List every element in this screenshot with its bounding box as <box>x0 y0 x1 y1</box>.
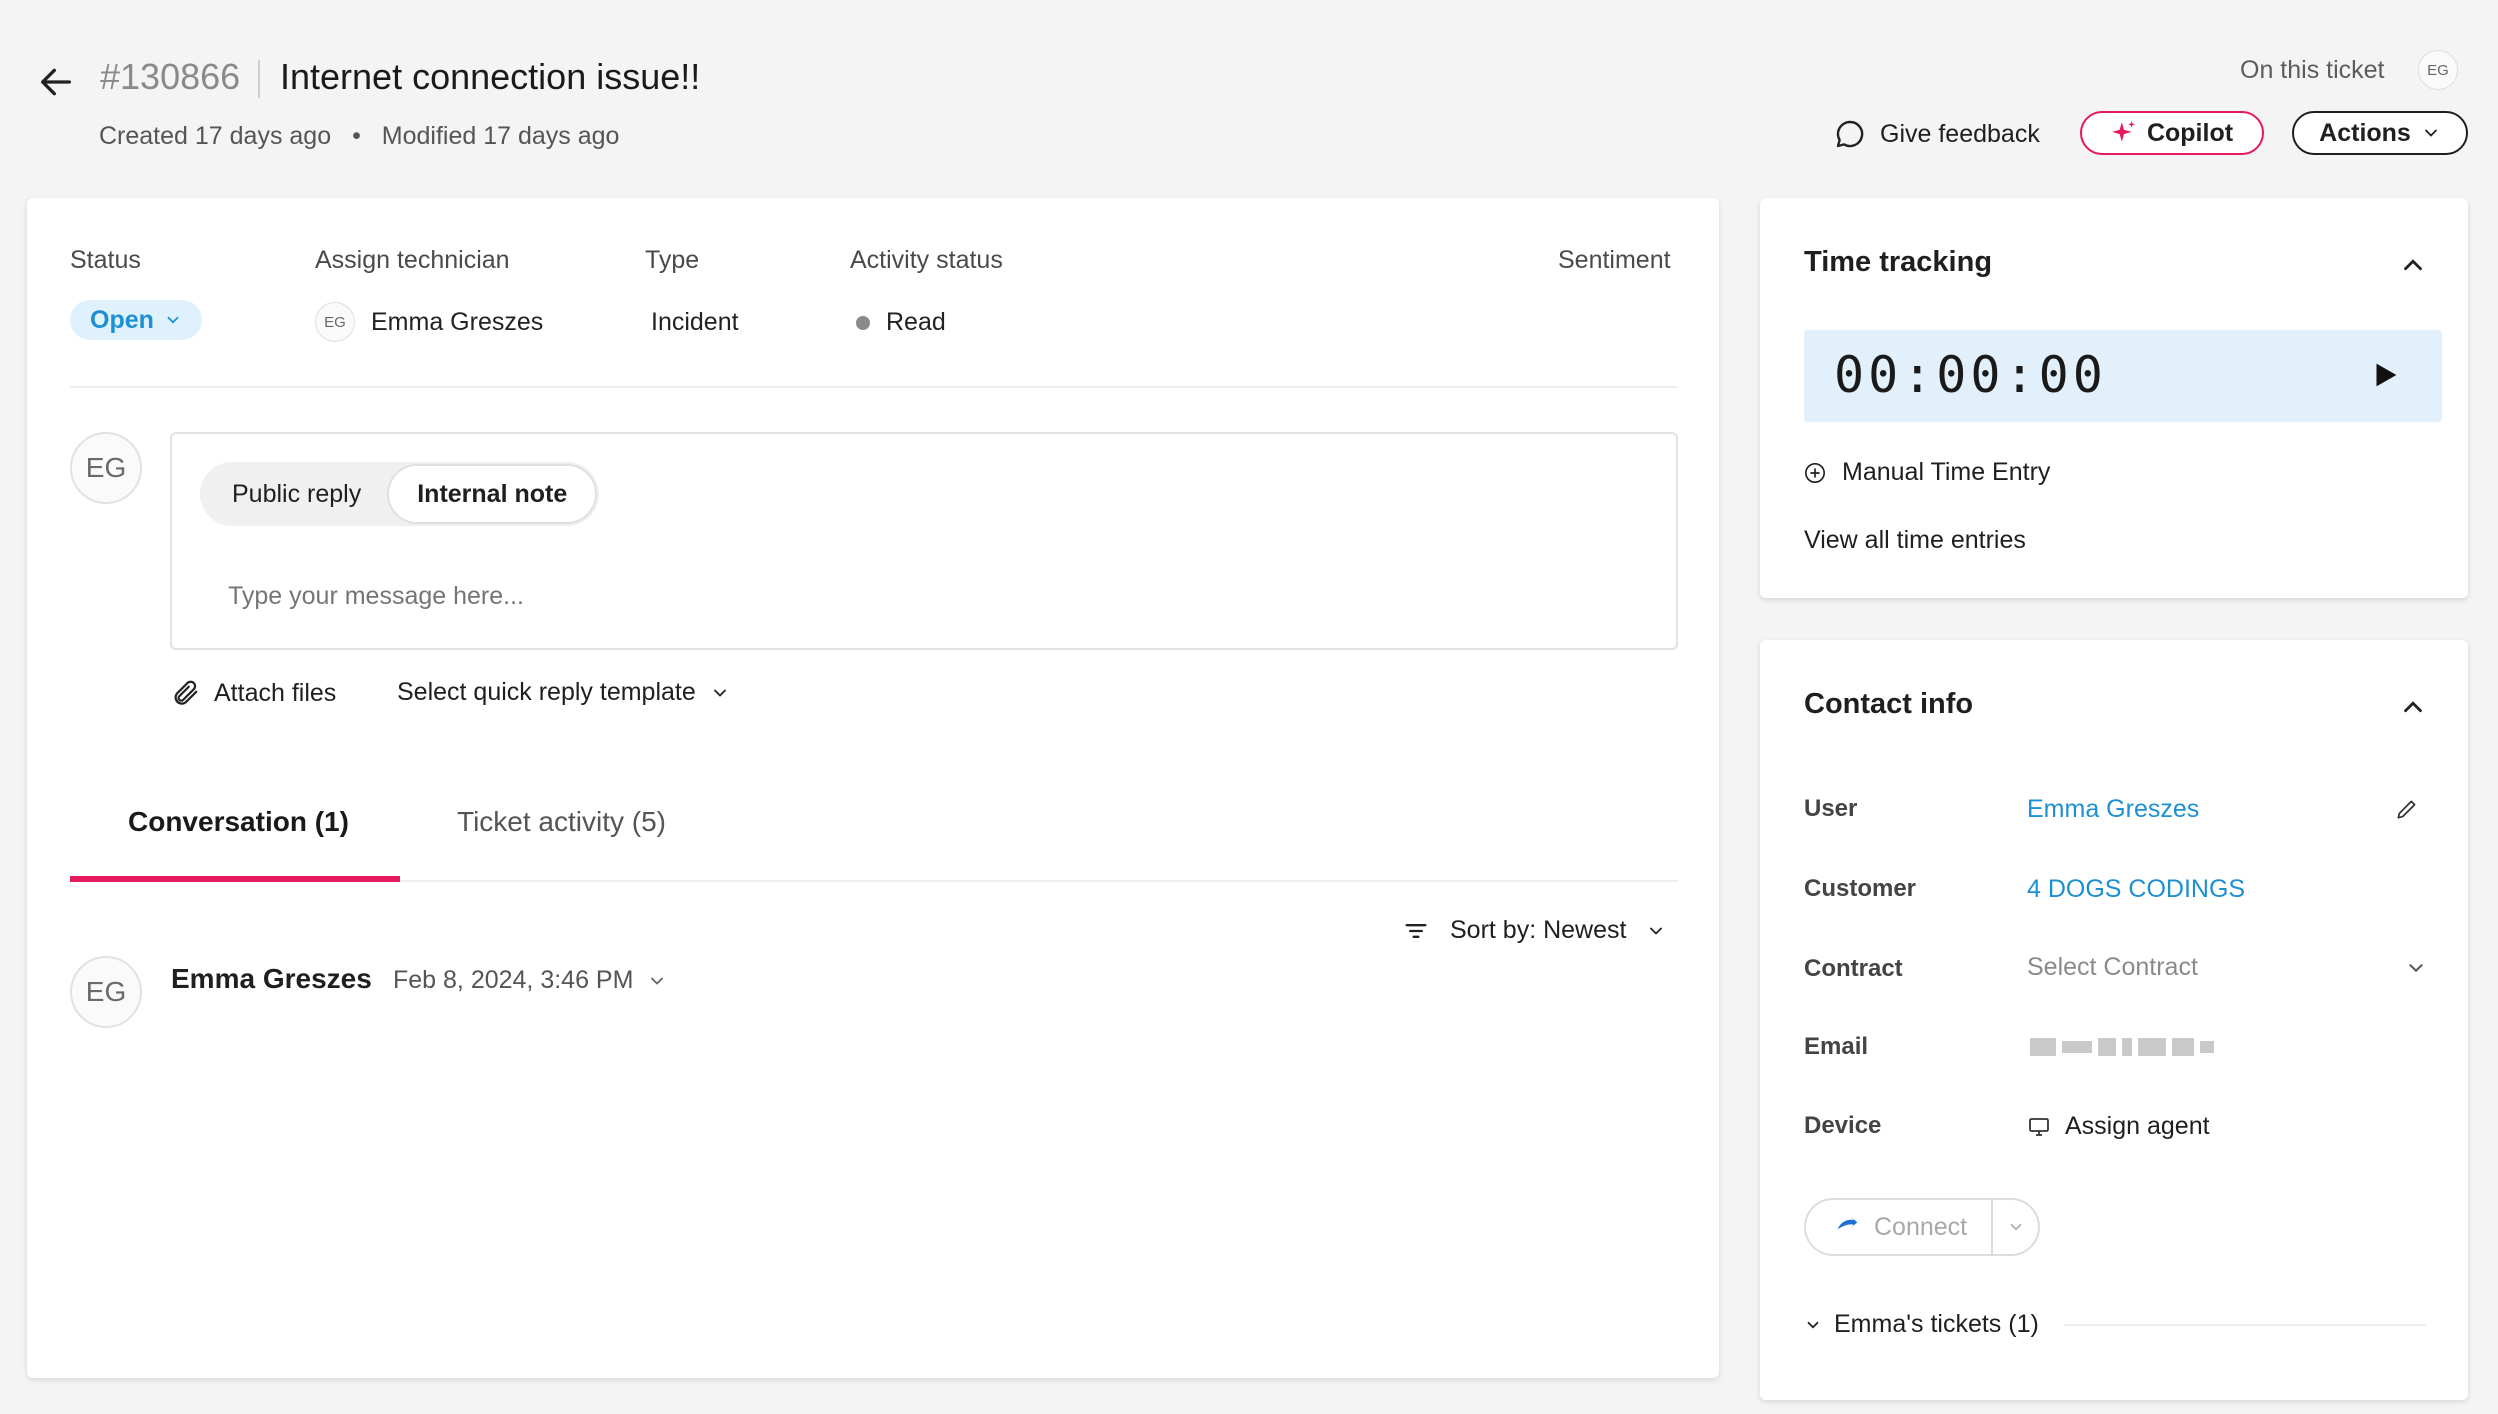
connect-label: Connect <box>1874 1212 1968 1241</box>
copilot-button[interactable]: Copilot <box>2080 111 2264 155</box>
technician-label: Assign technician <box>315 246 510 274</box>
message-author: Emma Greszes <box>171 963 372 994</box>
status-value: Open <box>90 305 154 334</box>
created-text: Created 17 days ago <box>99 122 332 150</box>
ticket-meta: Created 17 days ago • Modified 17 days a… <box>99 122 619 151</box>
time-tracking-title: Time tracking <box>1804 246 1993 278</box>
title-separator <box>258 60 260 98</box>
chevron-down-icon <box>2010 1223 2021 1231</box>
attach-files-button[interactable]: Attach files <box>170 678 336 708</box>
user-label: User <box>1804 795 1858 822</box>
email-label: Email <box>1804 1033 1869 1060</box>
type-value[interactable]: Incident <box>651 308 739 337</box>
connect-button[interactable]: Connect <box>1806 1200 1994 1254</box>
status-dropdown[interactable]: Open <box>70 300 202 340</box>
view-all-time-entries-link[interactable]: View all time entries <box>1804 526 2026 555</box>
tickets-divider <box>2064 1324 2426 1326</box>
chevron-down-icon <box>1807 1321 1819 1329</box>
meta-dot: • <box>352 122 361 150</box>
emmas-tickets-label: Emma's tickets (1) <box>1834 1310 2039 1338</box>
activity-status-value: Read <box>886 308 946 336</box>
technician-avatar: EG <box>315 302 355 342</box>
tab-public-reply[interactable]: Public reply <box>204 466 389 522</box>
on-this-ticket-label: On this ticket <box>2240 56 2385 84</box>
copilot-label: Copilot <box>2146 118 2234 147</box>
page-title: Internet connection issue!! <box>280 56 701 97</box>
sort-dropdown[interactable]: Sort by: Newest <box>1402 916 1666 945</box>
ticket-main-card <box>27 198 1719 1378</box>
monitor-icon <box>2029 1117 2049 1136</box>
activity-status: Read <box>856 308 946 337</box>
customer-label: Customer <box>1804 875 1917 902</box>
quick-reply-label: Select quick reply template <box>397 678 696 706</box>
status-label: Status <box>70 246 141 274</box>
modified-text: Modified 17 days ago <box>381 122 620 150</box>
sentiment-label: Sentiment <box>1558 246 1671 274</box>
give-feedback-button[interactable]: Give feedback <box>1834 118 2040 150</box>
activity-status-label: Activity status <box>850 246 1003 274</box>
remote-connect-icon <box>1837 1216 1858 1230</box>
paperclip-icon <box>174 680 198 705</box>
emmas-tickets-toggle[interactable]: Emma's tickets (1) <box>1804 1310 2039 1339</box>
contract-select[interactable]: Select Contract <box>2027 953 2427 982</box>
reply-type-toggle: Public reply Internal note <box>200 462 600 526</box>
chevron-down-icon <box>2424 129 2437 137</box>
read-dot-icon <box>856 315 870 330</box>
divider <box>70 386 1678 388</box>
chevron-down-icon <box>167 316 179 324</box>
chevron-down-icon <box>713 689 726 697</box>
sort-label: Sort by: Newest <box>1450 916 1627 944</box>
contract-label: Contract <box>1804 955 1903 982</box>
customer-link[interactable]: 4 DOGS CODINGS <box>2027 875 2245 904</box>
give-feedback-label: Give feedback <box>1880 119 2040 148</box>
sparkle-icon <box>2112 121 2135 142</box>
back-arrow-icon[interactable] <box>36 62 76 102</box>
connect-options-button[interactable] <box>1993 1218 2038 1236</box>
device-label: Device <box>1804 1112 1882 1139</box>
ticket-number: #130866 <box>100 56 241 97</box>
chevron-down-icon <box>2409 963 2423 972</box>
assign-agent-label: Assign agent <box>2065 1112 2210 1140</box>
chevron-down-icon <box>651 977 664 985</box>
contact-info-title: Contact info <box>1804 688 1974 720</box>
manual-time-entry-label: Manual Time Entry <box>1842 458 2051 486</box>
actions-label: Actions <box>2319 118 2411 147</box>
active-tab-underline <box>70 876 400 882</box>
message-date: Feb 8, 2024, 3:46 PM <box>393 966 634 994</box>
contact-info-card <box>1760 640 2468 1400</box>
type-label: Type <box>645 246 700 274</box>
actions-button[interactable]: Actions <box>2292 111 2468 155</box>
chevron-up-icon[interactable] <box>2398 692 2428 722</box>
contract-placeholder: Select Contract <box>2027 953 2198 981</box>
attach-files-label: Attach files <box>214 678 337 707</box>
chevron-down-icon <box>1650 927 1663 935</box>
timer-display: 00:00:00 <box>1834 346 2107 404</box>
on-ticket-avatar[interactable]: EG <box>2418 50 2458 90</box>
message-input[interactable] <box>228 576 1648 616</box>
message-date-toggle[interactable]: Feb 8, 2024, 3:46 PM <box>393 966 667 995</box>
technician-select[interactable]: EG Emma Greszes <box>315 302 543 342</box>
tab-ticket-activity[interactable]: Ticket activity (5) <box>457 806 666 838</box>
manual-time-entry-button[interactable]: Manual Time Entry <box>1804 458 2050 487</box>
email-redacted <box>2030 1038 2214 1056</box>
filter-icon <box>1405 923 1427 938</box>
chevron-up-icon[interactable] <box>2398 250 2428 280</box>
tab-internal-note[interactable]: Internal note <box>389 466 596 522</box>
tab-conversation[interactable]: Conversation (1) <box>128 806 349 838</box>
technician-name: Emma Greszes <box>371 307 544 336</box>
connect-split-button: Connect <box>1804 1198 2040 1256</box>
composer-avatar: EG <box>70 432 142 504</box>
chat-bubble-icon <box>1836 120 1864 148</box>
quick-reply-dropdown[interactable]: Select quick reply template <box>397 678 730 707</box>
message-avatar: EG <box>70 956 142 1028</box>
assign-agent-button[interactable]: Assign agent <box>2027 1112 2210 1141</box>
pencil-icon[interactable] <box>2394 796 2420 822</box>
plus-circle-icon <box>1805 462 1825 483</box>
user-link[interactable]: Emma Greszes <box>2027 795 2199 824</box>
play-icon[interactable] <box>2368 358 2402 392</box>
